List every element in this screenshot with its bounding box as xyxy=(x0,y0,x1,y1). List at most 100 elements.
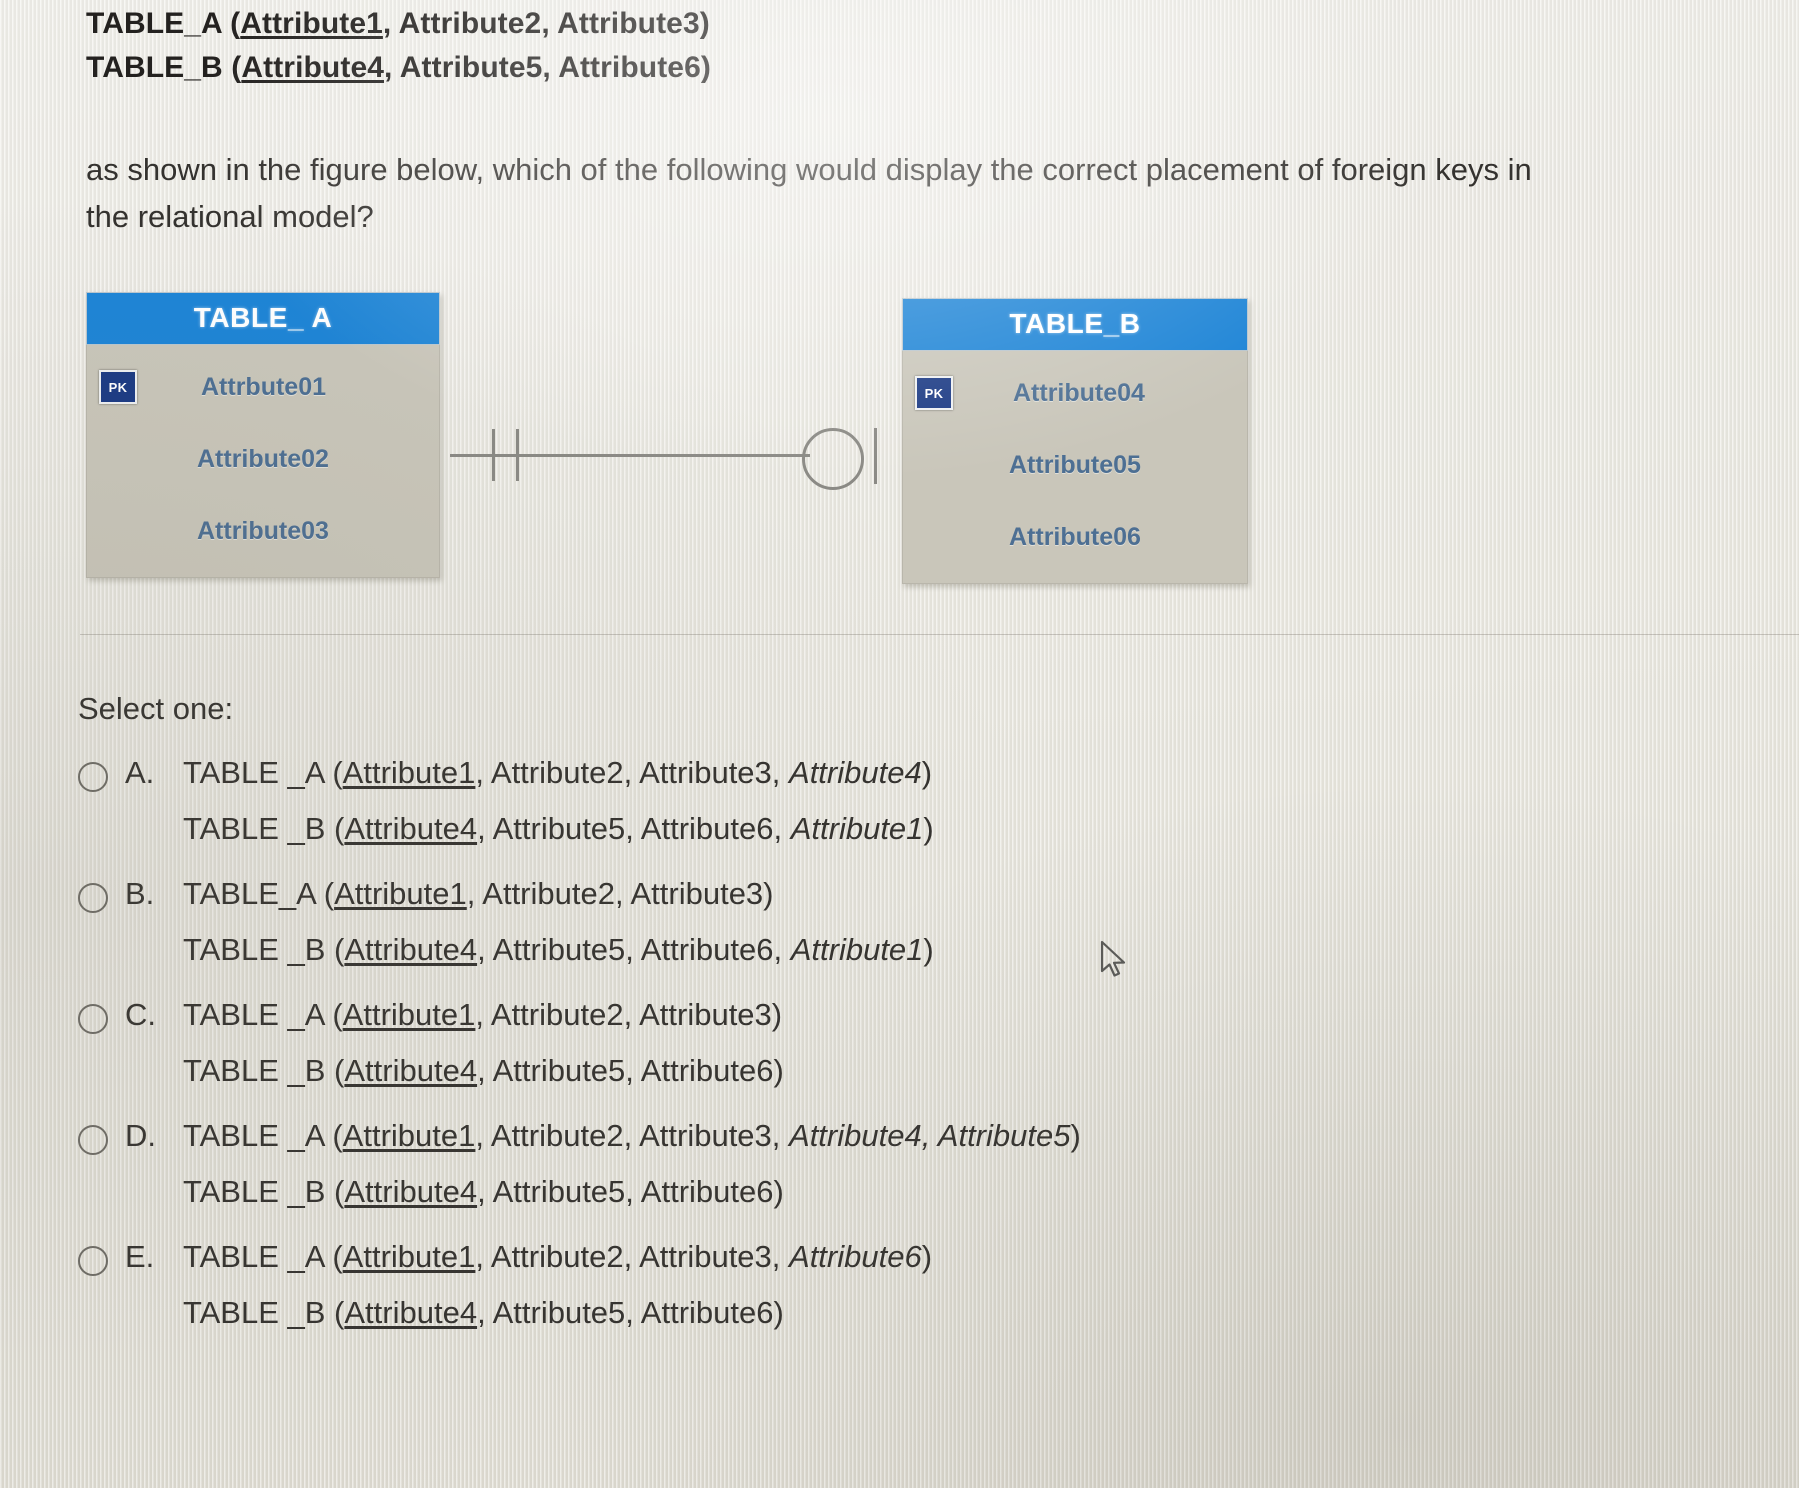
answer-d-l2-pk: Attribute4 xyxy=(344,1174,478,1209)
schema-line-a: TABLE_A (Attribute1, Attribute2, Attribu… xyxy=(86,2,711,46)
entity-b-attr-row: Attribute05 xyxy=(903,429,1247,501)
entity-a-attr-name: Attribute02 xyxy=(197,444,329,473)
answer-option-c[interactable]: C. TABLE _A (Attribute1, Attribute2, Att… xyxy=(78,987,1758,1099)
answer-e-l1-pk: Attribute1 xyxy=(342,1239,476,1274)
entity-a-title: TABLE_ A xyxy=(86,292,440,345)
answer-a-l2-pk: Attribute4 xyxy=(344,811,478,846)
entity-b-attr-name: Attribute06 xyxy=(1009,522,1141,551)
answer-options-list: A. TABLE _A (Attribute1, Attribute2, Att… xyxy=(78,745,1758,1350)
answer-a-l2-fk: Attribute1 xyxy=(790,811,924,846)
answer-option-d[interactable]: D. TABLE _A (Attribute1, Attribute2, Att… xyxy=(78,1108,1758,1220)
answer-a-l1-pre: TABLE _A ( xyxy=(183,755,343,790)
entity-b-attr-name: Attribute04 xyxy=(1013,378,1145,407)
answer-text-b: TABLE_A (Attribute1, Attribute2, Attribu… xyxy=(183,866,1758,978)
answer-e-line-2: TABLE _B (Attribute4, Attribute5, Attrib… xyxy=(183,1285,1758,1341)
answer-c-line-1: TABLE _A (Attribute1, Attribute2, Attrib… xyxy=(183,987,1758,1043)
answer-option-e[interactable]: E. TABLE _A (Attribute1, Attribute2, Att… xyxy=(78,1229,1758,1341)
entity-a-attr-name: Attrbute01 xyxy=(201,372,327,401)
answer-b-l2-pk: Attribute4 xyxy=(344,932,478,967)
answer-a-l1-fk: Attribute4 xyxy=(789,755,922,790)
entity-b-attr-row: Attribute06 xyxy=(903,501,1247,573)
answer-e-l1-fk: Attribute6 xyxy=(789,1239,922,1274)
radio-button-e[interactable] xyxy=(78,1246,108,1276)
answer-b-l2-pre: TABLE _B ( xyxy=(183,932,345,967)
answer-option-b[interactable]: B. TABLE_A (Attribute1, Attribute2, Attr… xyxy=(78,866,1758,978)
answer-c-l2-pre: TABLE _B ( xyxy=(183,1053,345,1088)
relationship-line xyxy=(450,454,810,457)
answer-c-l1-mid: , Attribute2, Attribute3) xyxy=(475,997,783,1032)
answer-b-l2-mid: , Attribute5, Attribute6, xyxy=(477,932,791,967)
answer-b-l1-pk: Attribute1 xyxy=(334,876,467,911)
answer-e-l2-pk: Attribute4 xyxy=(344,1295,478,1330)
answer-b-l1-pre: TABLE_A ( xyxy=(183,876,335,911)
answer-c-l2-pk: Attribute4 xyxy=(344,1053,478,1088)
answer-letter-e: E. xyxy=(125,1239,155,1274)
radio-button-d[interactable] xyxy=(78,1125,108,1155)
mouse-cursor-icon xyxy=(1100,940,1130,987)
crowsfoot-one-tick-icon xyxy=(874,428,877,484)
answer-d-l1-post: ) xyxy=(1070,1118,1081,1153)
radio-button-b[interactable] xyxy=(78,883,108,913)
answer-a-l2-mid: , Attribute5, Attribute6, xyxy=(477,811,791,846)
entity-b-attr-name: Attribute05 xyxy=(1009,450,1141,479)
answer-d-l1-pre: TABLE _A ( xyxy=(183,1118,343,1153)
answer-letter-b: B. xyxy=(125,876,155,911)
answer-text-a: TABLE _A ( Attribute1, Attribute2, Attrib… xyxy=(183,745,1758,857)
relationship-connector xyxy=(440,420,910,490)
answer-e-l1-pre: TABLE _A ( xyxy=(183,1239,343,1274)
schema-line-b: TABLE_B (Attribute4, Attribute5, Attribu… xyxy=(86,46,711,90)
answer-e-l2-mid: , Attribute5, Attribute6) xyxy=(477,1295,784,1330)
answer-d-l2-mid: , Attribute5, Attribute6) xyxy=(477,1174,784,1209)
schema-b-pk: Attribute4 xyxy=(241,51,385,84)
entity-a-attr-row: Attribute03 xyxy=(87,495,439,567)
answer-b-line-2: TABLE _B (Attribute4, Attribute5, Attrib… xyxy=(183,922,1758,978)
answer-letter-a: A. xyxy=(125,755,155,790)
schema-a-rest: , Attribute2, Attribute3) xyxy=(382,7,710,40)
answer-b-l2-post: ) xyxy=(923,932,934,967)
entity-table-a: TABLE_ A PK Attrbute01 Attribute02 Attri… xyxy=(86,292,440,578)
schema-b-table: TABLE_B ( xyxy=(86,51,242,84)
answer-b-l1-mid: , Attribute2, Attribute3) xyxy=(466,876,774,911)
entity-a-attr-name: Attribute03 xyxy=(197,516,329,545)
answer-text-e: TABLE _A (Attribute1, Attribute2, Attrib… xyxy=(183,1229,1758,1341)
schema-a-table: TABLE_A ( xyxy=(86,7,241,40)
answer-a-l1-mid: , Attribute2, Attribute3, xyxy=(475,755,790,790)
answer-text-c: TABLE _A (Attribute1, Attribute2, Attrib… xyxy=(183,987,1758,1099)
entity-a-body: PK Attrbute01 Attribute02 Attribute03 xyxy=(86,345,440,578)
radio-button-a[interactable] xyxy=(78,762,108,792)
answer-a-l2-pre: TABLE _B ( xyxy=(183,811,345,846)
entity-table-b: TABLE_B PK Attribute04 Attribute05 Attri… xyxy=(902,298,1248,584)
entity-b-attr-row: PK Attribute04 xyxy=(903,357,1247,429)
entity-b-title: TABLE_B xyxy=(902,298,1248,351)
question-prompt: as shown in the figure below, which of t… xyxy=(86,152,1532,234)
answer-e-l1-mid: , Attribute2, Attribute3, xyxy=(475,1239,790,1274)
answer-e-line-1: TABLE _A (Attribute1, Attribute2, Attrib… xyxy=(183,1229,1758,1285)
answer-a-l2-post: ) xyxy=(923,811,934,846)
answer-d-l2-pre: TABLE _B ( xyxy=(183,1174,345,1209)
answer-a-line-2: TABLE _B (Attribute4, Attribute5, Attrib… xyxy=(183,801,1758,857)
section-divider xyxy=(80,634,1799,635)
answer-c-l1-pk: Attribute1 xyxy=(342,997,476,1032)
answer-d-l1-pk: Attribute1 xyxy=(342,1118,476,1153)
answer-e-l1-post: ) xyxy=(921,1239,933,1274)
entity-a-attr-row: PK Attrbute01 xyxy=(87,351,439,423)
entity-a-attr-row: Attribute02 xyxy=(87,423,439,495)
pk-key-icon: PK xyxy=(915,376,953,410)
crowsfoot-one-tick-icon xyxy=(516,429,519,481)
answer-d-line-1: TABLE _A (Attribute1, Attribute2, Attrib… xyxy=(183,1108,1758,1164)
entity-b-body: PK Attribute04 Attribute05 Attribute06 xyxy=(902,351,1248,584)
radio-button-c[interactable] xyxy=(78,1004,108,1034)
crowsfoot-one-tick-icon xyxy=(492,429,495,481)
answer-a-l1-post: ) xyxy=(921,755,933,790)
answer-d-l1-fk: Attribute4, Attribute5 xyxy=(789,1118,1071,1153)
answer-a-line-1: TABLE _A (Attribute1, Attribute2, Attrib… xyxy=(183,745,1758,801)
answer-option-a[interactable]: A. TABLE _A ( Attribute1, Attribute2, Att… xyxy=(78,745,1758,857)
crowsfoot-zero-circle-icon xyxy=(802,428,864,490)
answer-b-line-1: TABLE_A (Attribute1, Attribute2, Attribu… xyxy=(183,866,1758,922)
pk-key-icon: PK xyxy=(99,370,137,404)
question-page: TABLE_A (Attribute1, Attribute2, Attribu… xyxy=(0,0,1799,1488)
answer-d-l1-mid: , Attribute2, Attribute3, xyxy=(475,1118,790,1153)
answer-letter-c: C. xyxy=(125,997,156,1032)
select-one-label: Select one: xyxy=(78,691,234,726)
schema-definition: TABLE_A (Attribute1, Attribute2, Attribu… xyxy=(86,2,711,90)
